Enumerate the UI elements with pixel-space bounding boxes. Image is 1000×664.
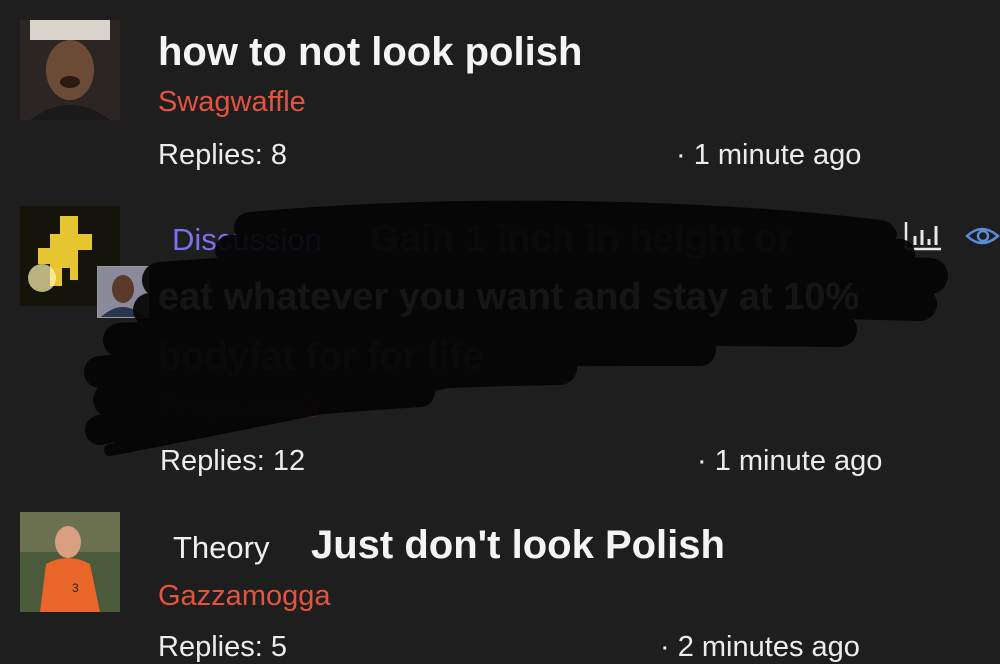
timestamp: · 1 minute ago xyxy=(676,139,862,171)
avatar-image xyxy=(20,20,120,120)
reply-count: Replies: 12 xyxy=(160,445,306,477)
author-name[interactable]: Gazzamogga xyxy=(158,580,331,613)
thread-title[interactable]: how to not look polish xyxy=(158,30,582,75)
reply-count: Replies: 8 xyxy=(158,139,287,171)
timestamp: · 1 minute ago xyxy=(697,445,883,477)
avatar-image: 3 xyxy=(20,512,120,612)
thread-item[interactable]: Discussion Gain 1 inch in height or eat … xyxy=(0,200,1000,500)
reply-count: Replies: 5 xyxy=(158,631,287,663)
theory-tag: Theory xyxy=(173,530,270,565)
svg-text:3: 3 xyxy=(72,581,79,595)
avatar[interactable]: 3 xyxy=(20,512,120,612)
avatar[interactable] xyxy=(20,20,120,120)
thread-item[interactable]: how to not look polish Swagwaffle Replie… xyxy=(0,0,1000,200)
thread-title[interactable]: Just don't look Polish xyxy=(311,523,725,568)
thread-item[interactable]: 3 Theory Just don't look Polish Gazzamog… xyxy=(0,500,1000,663)
author-name[interactable]: Swagwaffle xyxy=(158,86,306,119)
timestamp: · 2 minutes ago xyxy=(660,631,860,663)
